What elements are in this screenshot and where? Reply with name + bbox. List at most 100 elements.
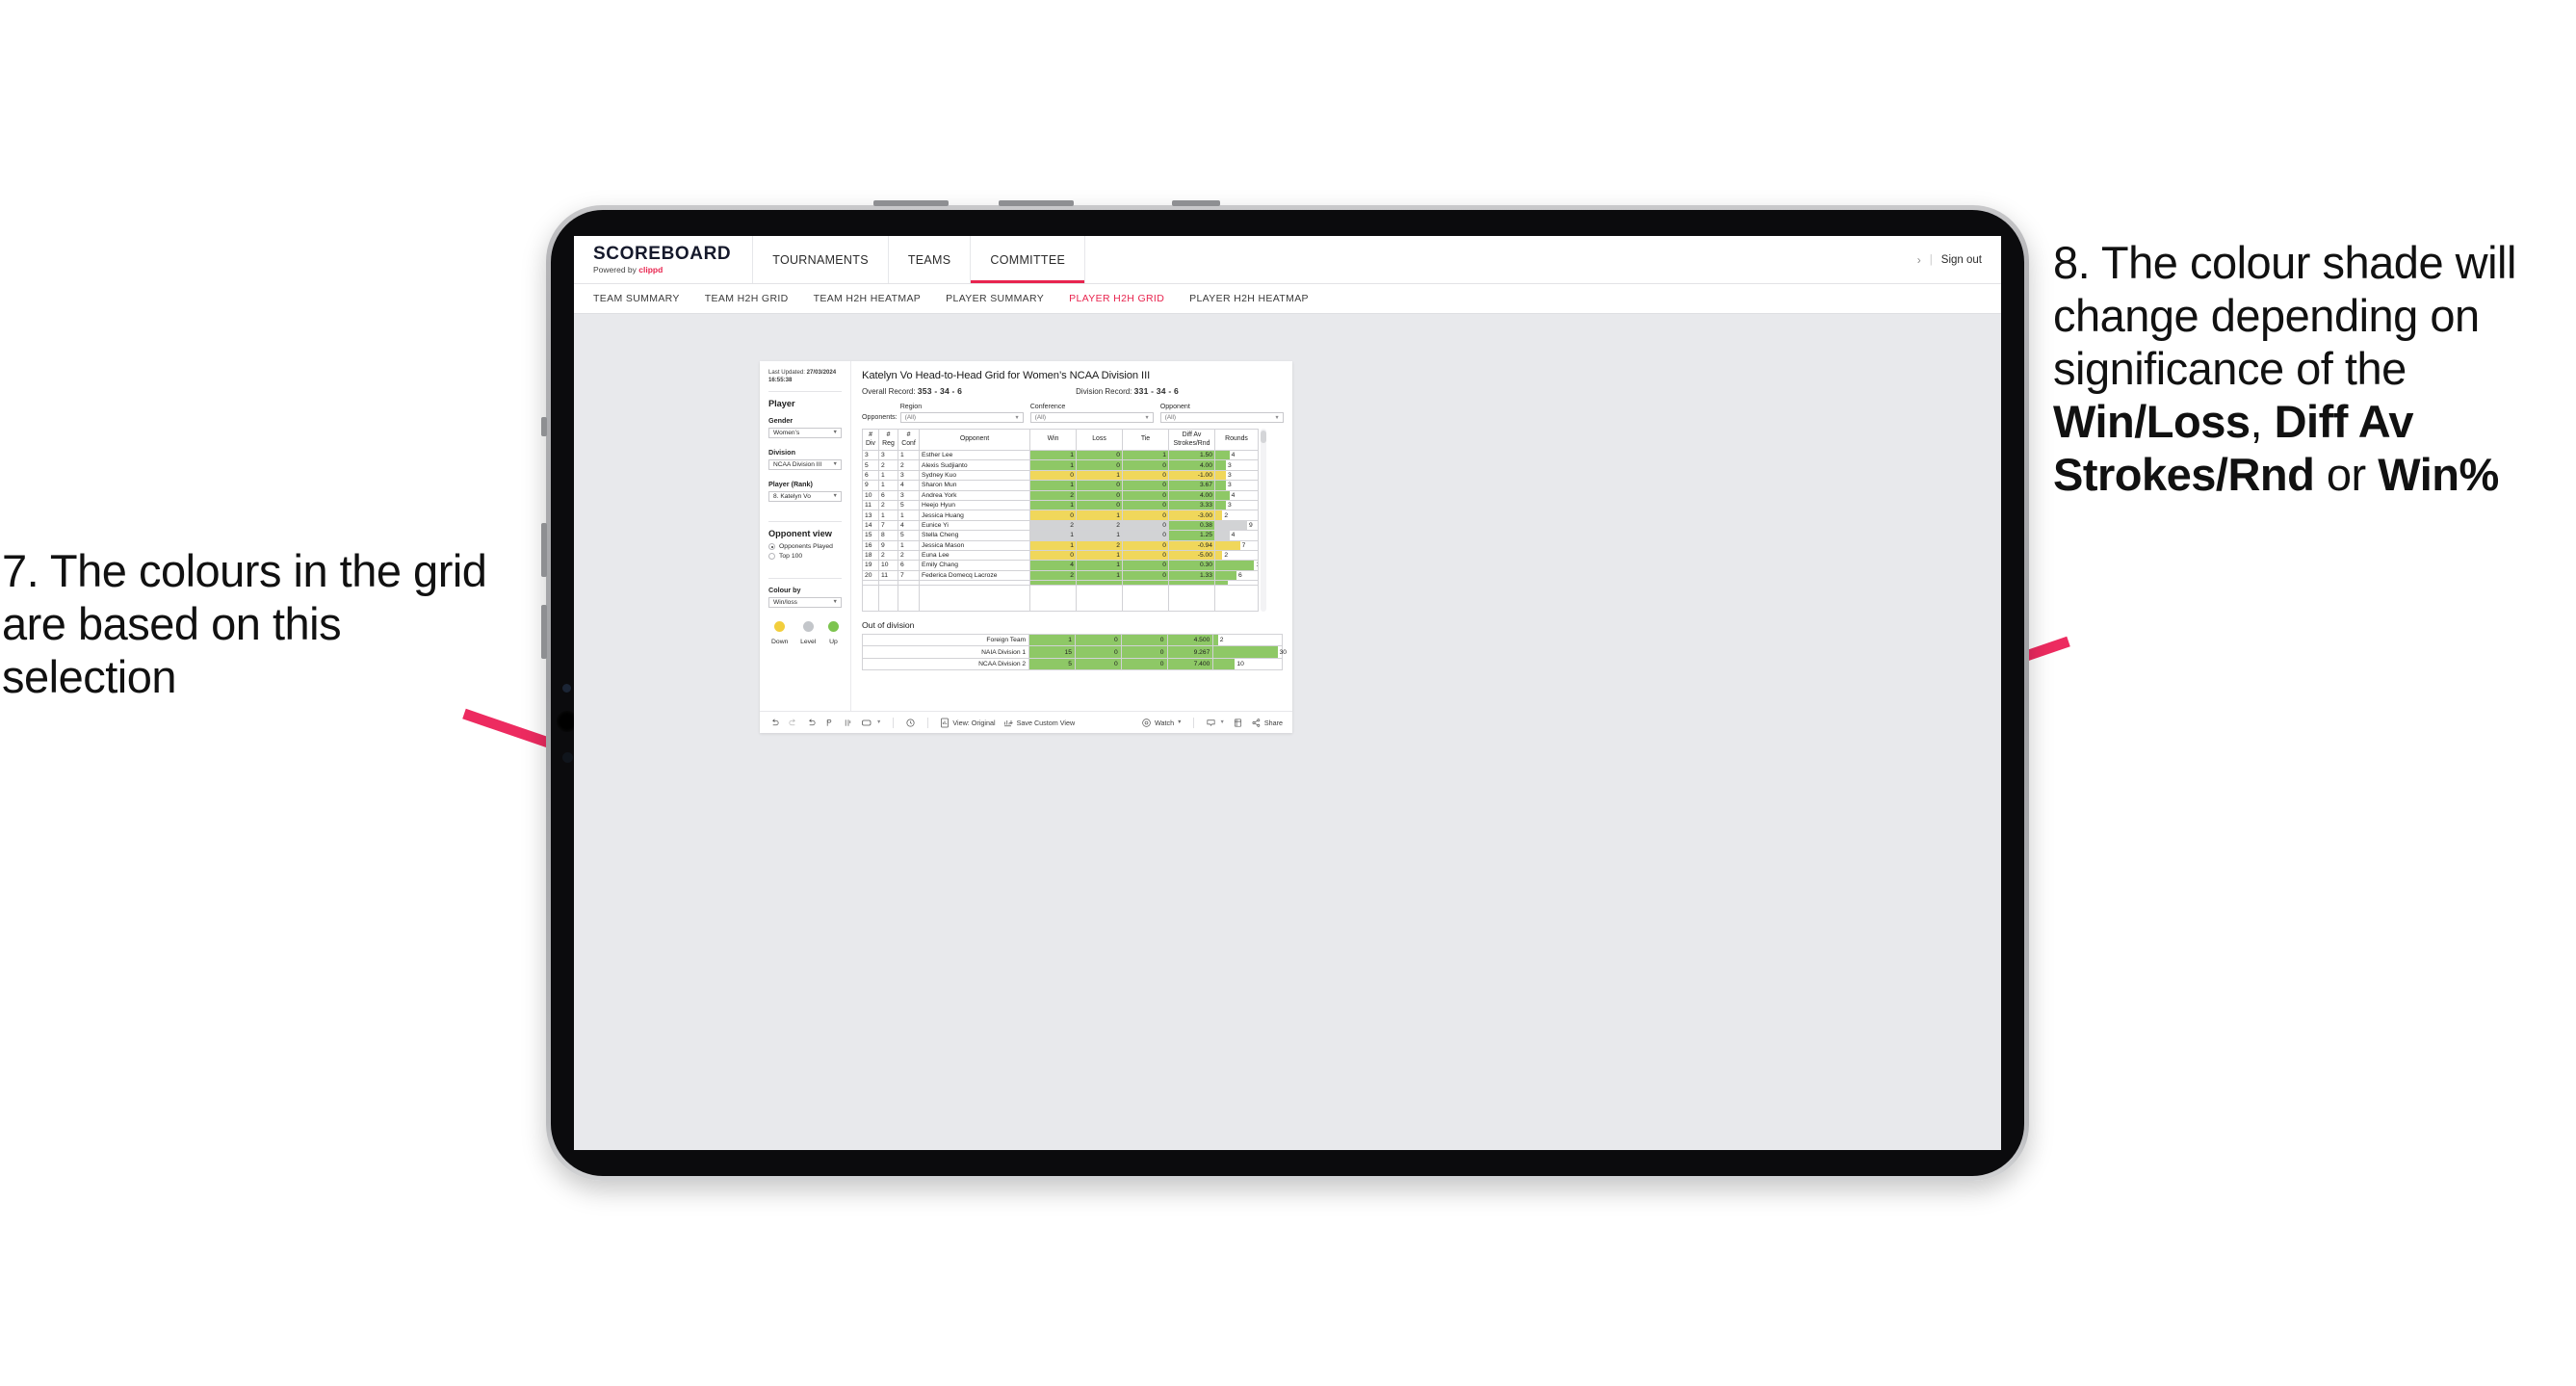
panel-gap-4	[768, 562, 842, 571]
tab-player-summary[interactable]: PLAYER SUMMARY	[946, 293, 1044, 304]
fullscreen-button[interactable]	[1233, 718, 1243, 728]
filter-opponent-select[interactable]: (All) ▼	[1159, 412, 1284, 423]
download-button[interactable]: ▼	[1206, 718, 1225, 728]
view-original-button[interactable]: View: Original	[940, 718, 996, 728]
save-custom-view-button[interactable]: Save Custom View	[1003, 718, 1075, 728]
cell-opponent: Sharon Mun	[919, 480, 1030, 491]
legend-item-up: Up	[827, 621, 839, 646]
colour-by-select[interactable]: Win/loss ▼	[768, 596, 842, 609]
slide-canvas: 7. The colours in the grid are based on …	[0, 0, 2576, 1386]
history-button[interactable]	[905, 718, 916, 728]
out-of-division-title: Out of division	[862, 620, 915, 631]
cell-loss: 1	[1076, 469, 1123, 482]
last-updated-date: 27/03/2024	[806, 369, 837, 376]
grid-scrollbar-thumb[interactable]	[1261, 431, 1266, 443]
tab-player-h2h-grid[interactable]: PLAYER H2H GRID	[1069, 293, 1164, 304]
navbar-right-group: › | Sign out	[1917, 236, 2001, 283]
cell-win: 2	[1029, 489, 1077, 501]
nav-item-tournaments[interactable]: TOURNAMENTS	[753, 236, 889, 283]
table-row[interactable]: 3 3 1 Esther Lee 1 0 1 1.50 4	[862, 449, 1259, 461]
brand-tagline-prefix: Powered by	[593, 265, 639, 275]
table-row[interactable]: 6 1 3 Sydney Kuo 0 1 0 -1.00 3	[862, 469, 1259, 482]
filter-panel: Last Updated: 27/03/2024 16:55:38 Player …	[760, 361, 851, 711]
division-select[interactable]: NCAA Division III ▼	[768, 458, 842, 471]
nav-item-teams[interactable]: TEAMS	[889, 236, 972, 283]
chevron-right-icon[interactable]: ›	[1917, 253, 1921, 267]
legend-dot-down	[774, 621, 786, 633]
cell-ood-tie: 0	[1120, 634, 1168, 647]
share-button[interactable]: Share	[1251, 718, 1283, 728]
table-row[interactable]: 5 2 2 Alexis Sudjianto 1 0 0 4.00 3	[862, 459, 1259, 471]
chevron-down-icon: ▼	[832, 599, 838, 606]
player-rank-select[interactable]: 8. Katelyn Vo ▼	[768, 490, 842, 503]
view-original-label: View: Original	[952, 718, 996, 727]
sign-out-button[interactable]: Sign out	[1941, 254, 1982, 266]
division-select-value: NCAA Division III	[773, 460, 822, 468]
nav-item-committee[interactable]: COMMITTEE	[971, 236, 1086, 283]
gender-label: Gender	[768, 416, 794, 426]
colour-by-label: Colour by	[768, 586, 801, 595]
gender-select[interactable]: Women’s ▼	[768, 427, 842, 439]
table-row[interactable]: 9 1 4 Sharon Mun 1 0 0 3.67 3	[862, 480, 1259, 491]
cell-loss: 2	[1076, 519, 1123, 532]
radio-opponents-played[interactable]: Opponents Played	[768, 543, 842, 551]
brand-logo[interactable]: SCOREBOARD Powered by clippd	[574, 236, 754, 283]
tab-player-h2h-heatmap[interactable]: PLAYER H2H HEATMAP	[1189, 293, 1309, 304]
redo-button[interactable]	[788, 718, 798, 728]
cell-loss: 1	[1076, 569, 1123, 582]
table-row[interactable]: 20 11 7 Federica Domecq Lacroze 2 1 0 1.33 6	[862, 569, 1259, 582]
table-row[interactable]: 18 2 2 Euna Lee 0 1 0 -5.00 2	[862, 549, 1259, 562]
page-title: Katelyn Vo Head-to-Head Grid for Women’s…	[862, 370, 1151, 381]
refresh-button[interactable]	[824, 718, 835, 728]
col-header-reg: # Reg	[878, 429, 898, 451]
cell-tie: 0	[1122, 480, 1169, 491]
table-row[interactable]: 16 9 1 Jessica Mason 1 2 0 -0.94 7	[862, 539, 1259, 551]
table-row[interactable]: 15 8 5 Stella Cheng 1 1 0 1.25 4	[862, 530, 1259, 541]
cell-win: 0	[1029, 510, 1077, 521]
viz-toolbar: ▼ View: Original Save Custom View Watch ▼…	[760, 711, 1292, 733]
table-row[interactable]: 13 1 1 Jessica Huang 0 1 0 -3.00 2	[862, 510, 1259, 521]
legend-item-down: Down	[771, 621, 788, 645]
cell-loss: 1	[1076, 510, 1123, 521]
table-row[interactable]: 14 7 4 Eunice Yi 2 2 0 0.38 9	[862, 519, 1259, 532]
sub-tab-bar: TEAM SUMMARY TEAM H2H GRID TEAM H2H HEAT…	[574, 284, 2001, 314]
tab-team-h2h-grid[interactable]: TEAM H2H GRID	[705, 293, 789, 304]
col-header-rounds: Rounds	[1214, 429, 1259, 451]
table-row[interactable]: 10 6 3 Andrea York 2 0 0 4.00 4	[862, 489, 1259, 501]
cell-opponent: Eunice Yi	[919, 519, 1030, 532]
cell-conf: 3	[898, 469, 920, 482]
cell-conf: 7	[898, 569, 920, 582]
cell-opponent: Sydney Kuo	[919, 469, 1030, 482]
revert-button[interactable]	[806, 718, 817, 728]
cell-conf: 5	[898, 530, 920, 541]
filter-region-select[interactable]: (All) ▼	[899, 412, 1024, 423]
out-of-division-body: Foreign Team 1 0 0 4.500 2 NAIA Division 1 15 0 0…	[861, 634, 1287, 671]
h2h-grid-table: #Div #Reg #Conf Opponent Win Loss Tie	[862, 429, 1259, 613]
cell-reg: 1	[878, 480, 898, 491]
radio-top-100[interactable]: Top 100	[768, 552, 842, 560]
table-row[interactable]: 19106Emily Chang4100.3011	[862, 560, 1259, 571]
table-row[interactable]: 11 2 5 Heejo Hyun 1 0 0 3.33 3	[862, 499, 1259, 511]
undo-button[interactable]	[769, 718, 780, 728]
cell-diff: 4.00	[1168, 489, 1215, 501]
toolbar-divider-3	[1193, 717, 1195, 728]
out-of-division-row[interactable]: NAIA Division 1 15 0 0 9.267 30	[861, 645, 1287, 659]
cell-div: 6	[862, 469, 879, 482]
grid-scrollbar[interactable]	[1261, 429, 1266, 613]
watch-button[interactable]: Watch ▼	[1141, 718, 1182, 728]
cell-ood-loss: 0	[1074, 657, 1122, 671]
pause-auto-update-button[interactable]	[843, 718, 853, 728]
tab-team-h2h-heatmap[interactable]: TEAM H2H HEATMAP	[814, 293, 922, 304]
cell-rounds: 4	[1214, 449, 1259, 461]
out-of-division-row[interactable]: Foreign Team 1 0 0 4.500 2	[861, 634, 1283, 647]
filter-region-label: Region	[899, 403, 923, 410]
filter-conference-select[interactable]: (All) ▼	[1029, 412, 1154, 423]
cell-loss: 0	[1076, 480, 1123, 491]
device-preview-button[interactable]: ▼	[861, 718, 881, 728]
cell-reg: 9	[878, 539, 898, 551]
chevron-down-icon: ▼	[1219, 719, 1225, 725]
cell-diff: 3.33	[1168, 499, 1215, 511]
legend-label-up: Up	[829, 639, 838, 646]
tab-team-summary[interactable]: TEAM SUMMARY	[593, 293, 680, 304]
out-of-division-row[interactable]: NCAA Division 2 5 0 0 7.400 10	[861, 657, 1283, 671]
